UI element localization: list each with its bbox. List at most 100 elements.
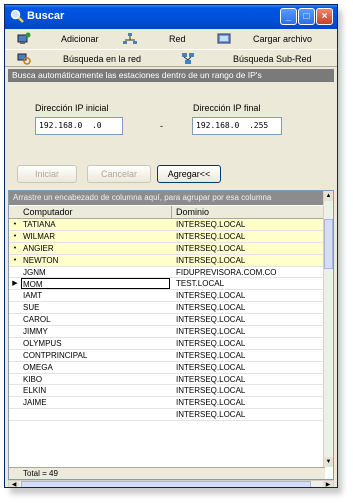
table-row[interactable]: OLYMPUS INTERSEQ.LOCAL <box>9 338 325 350</box>
table-row[interactable]: ▶ MOM TEST.LOCAL <box>9 278 325 291</box>
cell-domain[interactable]: INTERSEQ.LOCAL <box>176 409 325 420</box>
table-row[interactable]: • WILMAR INTERSEQ.LOCAL <box>9 230 325 243</box>
upload-file-button[interactable]: Cargar archivo <box>217 32 335 46</box>
minimize-button[interactable]: _ <box>280 8 297 25</box>
table-row[interactable]: CAROL INTERSEQ.LOCAL <box>9 314 325 327</box>
network-button[interactable]: Red <box>123 32 193 46</box>
table-row[interactable]: JGNM FIDUPREVISORA.COM.CO <box>9 267 325 279</box>
cell-domain[interactable]: INTERSEQ.LOCAL <box>176 302 325 313</box>
table-row[interactable]: • ANGIER INTERSEQ.LOCAL <box>9 242 325 255</box>
scroll-right-icon[interactable]: ▶ <box>323 481 333 487</box>
start-button[interactable]: Iniciar <box>17 165 77 183</box>
cell-computer[interactable]: TATIANA <box>23 219 172 230</box>
horizontal-scroll-thumb[interactable] <box>21 481 311 487</box>
table-row[interactable]: JAIME INTERSEQ.LOCAL <box>9 397 325 410</box>
cell-domain[interactable]: INTERSEQ.LOCAL <box>176 374 325 385</box>
row-indicator <box>9 397 21 408</box>
row-indicator <box>9 302 21 313</box>
horizontal-scrollbar[interactable]: ◀ ▶ <box>8 480 334 487</box>
cell-computer[interactable]: SUE <box>23 302 172 313</box>
network-search-icon <box>17 53 31 65</box>
network-icon <box>123 33 137 44</box>
cell-computer[interactable]: JGNM <box>23 267 172 278</box>
cell-domain[interactable]: TEST.LOCAL <box>176 278 325 289</box>
table-row[interactable]: JIMMY INTERSEQ.LOCAL <box>9 326 325 338</box>
start-ip-label: Dirección IP inicial <box>35 103 109 113</box>
window-title: Buscar <box>27 10 65 22</box>
table-row[interactable]: CONTPRINCIPAL INTERSEQ.LOCAL <box>9 350 325 362</box>
row-indicator <box>9 362 21 373</box>
subnet-search-icon <box>182 53 194 64</box>
cell-computer[interactable]: WILMAR <box>23 231 172 242</box>
cell-computer[interactable]: JAIME <box>23 397 172 408</box>
range-separator: - <box>160 121 163 131</box>
upload-file-icon <box>217 33 231 44</box>
add-computer-icon <box>17 32 31 44</box>
row-indicator <box>9 290 21 301</box>
table-row[interactable]: KIBO INTERSEQ.LOCAL <box>9 374 325 386</box>
cell-computer[interactable]: JIMMY <box>23 326 172 337</box>
column-header-computer[interactable]: Computador <box>9 206 172 218</box>
row-indicator <box>9 338 21 349</box>
end-ip-label: Dirección IP final <box>193 103 261 113</box>
cell-domain[interactable]: INTERSEQ.LOCAL <box>176 326 325 337</box>
add-selected-button[interactable]: Agregar<< <box>157 165 221 183</box>
close-button[interactable]: × <box>316 8 333 25</box>
cell-computer[interactable]: MOM <box>21 278 170 290</box>
table-row[interactable]: OMEGA INTERSEQ.LOCAL <box>9 362 325 374</box>
table-row[interactable]: • NEWTON INTERSEQ.LOCAL <box>9 254 325 267</box>
cell-domain[interactable]: INTERSEQ.LOCAL <box>176 362 325 373</box>
cell-domain[interactable]: INTERSEQ.LOCAL <box>176 290 325 301</box>
cell-computer[interactable] <box>23 409 172 420</box>
table-row[interactable]: SUE INTERSEQ.LOCAL <box>9 302 325 315</box>
vertical-scroll-thumb[interactable] <box>324 219 333 269</box>
scroll-left-icon[interactable]: ◀ <box>9 481 19 487</box>
cell-computer[interactable]: CONTPRINCIPAL <box>23 350 172 361</box>
cell-computer[interactable]: ELKIN <box>23 385 172 396</box>
cell-computer[interactable]: OMEGA <box>23 362 172 373</box>
table-row[interactable]: IAMT INTERSEQ.LOCAL <box>9 290 325 303</box>
cell-domain[interactable]: FIDUPREVISORA.COM.CO <box>176 267 325 278</box>
end-ip-input[interactable]: 192.168.0 .255 <box>192 117 282 135</box>
computers-grid: Arrastre un encabezado de columna aquí, … <box>8 190 334 480</box>
cell-domain[interactable]: INTERSEQ.LOCAL <box>176 243 325 254</box>
cell-domain[interactable]: INTERSEQ.LOCAL <box>176 219 325 230</box>
subnet-search-button[interactable]: Búsqueda Sub-Red <box>181 52 331 66</box>
table-row[interactable]: • TATIANA INTERSEQ.LOCAL <box>9 219 325 231</box>
group-by-area[interactable]: Arrastre un encabezado de columna aquí, … <box>9 191 325 205</box>
cancel-button[interactable]: Cancelar <box>87 165 151 183</box>
cell-domain[interactable]: INTERSEQ.LOCAL <box>176 231 325 242</box>
cell-domain[interactable]: INTERSEQ.LOCAL <box>176 338 325 349</box>
cell-domain[interactable]: INTERSEQ.LOCAL <box>176 385 325 396</box>
row-indicator: ▶ <box>12 280 18 288</box>
scroll-down-icon[interactable]: ▼ <box>324 457 333 467</box>
vertical-scrollbar[interactable]: ▲ ▼ <box>323 191 333 467</box>
grid-header: Computador Dominio <box>9 206 325 219</box>
search-icon <box>10 9 24 23</box>
add-button[interactable]: Adicionar <box>17 32 107 46</box>
table-row[interactable]: INTERSEQ.LOCAL <box>9 409 325 422</box>
cell-computer[interactable]: KIBO <box>23 374 172 385</box>
toolbar-search: Búsqueda en la red Búsqueda Sub-Red <box>5 49 337 67</box>
cell-computer[interactable]: CAROL <box>23 314 172 325</box>
maximize-button[interactable]: □ <box>298 8 315 25</box>
title-bar[interactable]: Buscar _ □ × <box>5 5 337 29</box>
column-header-domain[interactable]: Dominio <box>172 206 325 218</box>
start-ip-input[interactable]: 192.168.0 .0 <box>35 117 123 135</box>
network-search-button[interactable]: Búsqueda en la red <box>17 52 157 66</box>
cell-computer[interactable]: NEWTON <box>23 255 172 266</box>
row-indicator <box>9 409 21 420</box>
cell-domain[interactable]: INTERSEQ.LOCAL <box>176 255 325 266</box>
table-row[interactable]: ELKIN INTERSEQ.LOCAL <box>9 385 325 398</box>
search-description-banner: Busca automáticamente las estaciones den… <box>8 69 334 82</box>
row-indicator <box>9 314 21 325</box>
cell-domain[interactable]: INTERSEQ.LOCAL <box>176 397 325 408</box>
cell-domain[interactable]: INTERSEQ.LOCAL <box>176 350 325 361</box>
cell-computer[interactable]: ANGIER <box>23 243 172 254</box>
cell-computer[interactable]: OLYMPUS <box>23 338 172 349</box>
row-indicator: • <box>13 244 17 252</box>
scroll-up-icon[interactable]: ▲ <box>324 191 333 201</box>
row-indicator: • <box>13 256 17 264</box>
cell-computer[interactable]: IAMT <box>23 290 172 301</box>
cell-domain[interactable]: INTERSEQ.LOCAL <box>176 314 325 325</box>
